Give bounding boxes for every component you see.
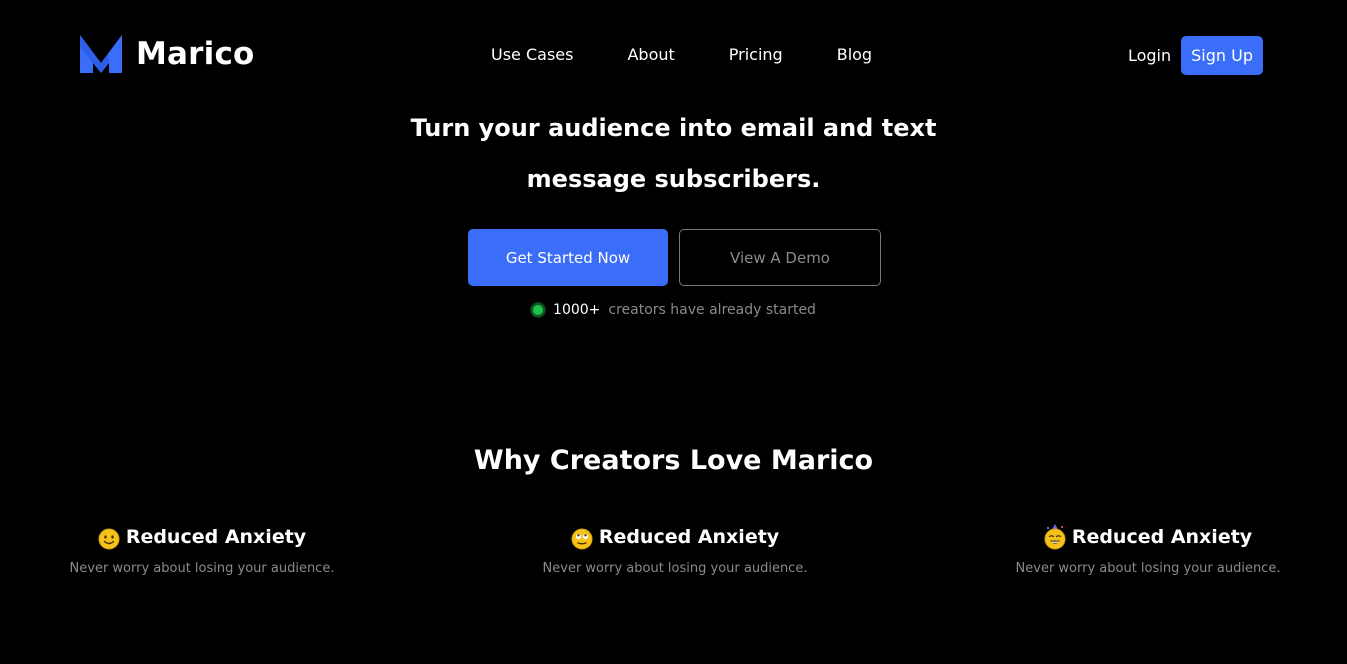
brand-name: Marico — [136, 36, 255, 72]
feature-title: Reduced Anxiety — [125, 526, 307, 548]
auth-actions: Login Sign Up — [1128, 36, 1263, 75]
feature-description: Never worry about losing your audience. — [1015, 561, 1281, 576]
nav-item-blog[interactable]: Blog — [837, 44, 872, 66]
sign-up-button[interactable]: Sign Up — [1181, 36, 1263, 75]
creator-count: 1000+ — [553, 302, 601, 318]
view-demo-button[interactable]: View A Demo — [679, 229, 881, 286]
landing-page: Marico Use Cases About Pricing Blog Logi… — [0, 0, 1347, 664]
features-section-title: Why Creators Love Marico — [473, 445, 874, 476]
creator-count-label: creators have already started — [608, 302, 816, 318]
nav-item-use-cases[interactable]: Use Cases — [491, 44, 573, 66]
feature-description: Never worry about losing your audience. — [69, 561, 335, 576]
feature-header: Reduced Anxiety — [42, 518, 362, 556]
status-dot-icon — [531, 303, 546, 317]
brand-logo[interactable]: Marico — [80, 34, 255, 74]
feature-title: Reduced Anxiety — [1071, 526, 1253, 548]
feature-title: Reduced Anxiety — [598, 526, 780, 548]
nav-item-pricing[interactable]: Pricing — [729, 44, 783, 66]
feature-description: Never worry about losing your audience. — [542, 561, 808, 576]
smiling-face-icon — [98, 528, 120, 550]
hero-cta-row: Get Started Now View A Demo — [468, 229, 881, 286]
feature-card: Reduced Anxiety Never worry about losing… — [42, 518, 362, 578]
feature-card: Reduced Anxiety Never worry about losing… — [988, 518, 1308, 578]
hero-title: Turn your audience into email and text m… — [0, 103, 1347, 205]
main-nav: Use Cases About Pricing Blog — [491, 44, 872, 66]
login-link[interactable]: Login — [1128, 37, 1171, 75]
marico-m-logo-icon — [80, 35, 122, 73]
nav-item-about[interactable]: About — [627, 44, 674, 66]
hero-title-line-2: message subscribers. — [526, 165, 821, 193]
social-proof: 1000+ creators have already started — [0, 300, 1347, 320]
rolling-eyes-face-icon — [571, 528, 593, 550]
feature-card: Reduced Anxiety Never worry about losing… — [515, 518, 835, 578]
hero-title-line-1: Turn your audience into email and text — [410, 114, 937, 142]
party-face-icon — [1044, 524, 1066, 550]
get-started-button[interactable]: Get Started Now — [468, 229, 668, 286]
feature-header: Reduced Anxiety — [515, 518, 835, 556]
feature-header: Reduced Anxiety — [988, 518, 1308, 556]
